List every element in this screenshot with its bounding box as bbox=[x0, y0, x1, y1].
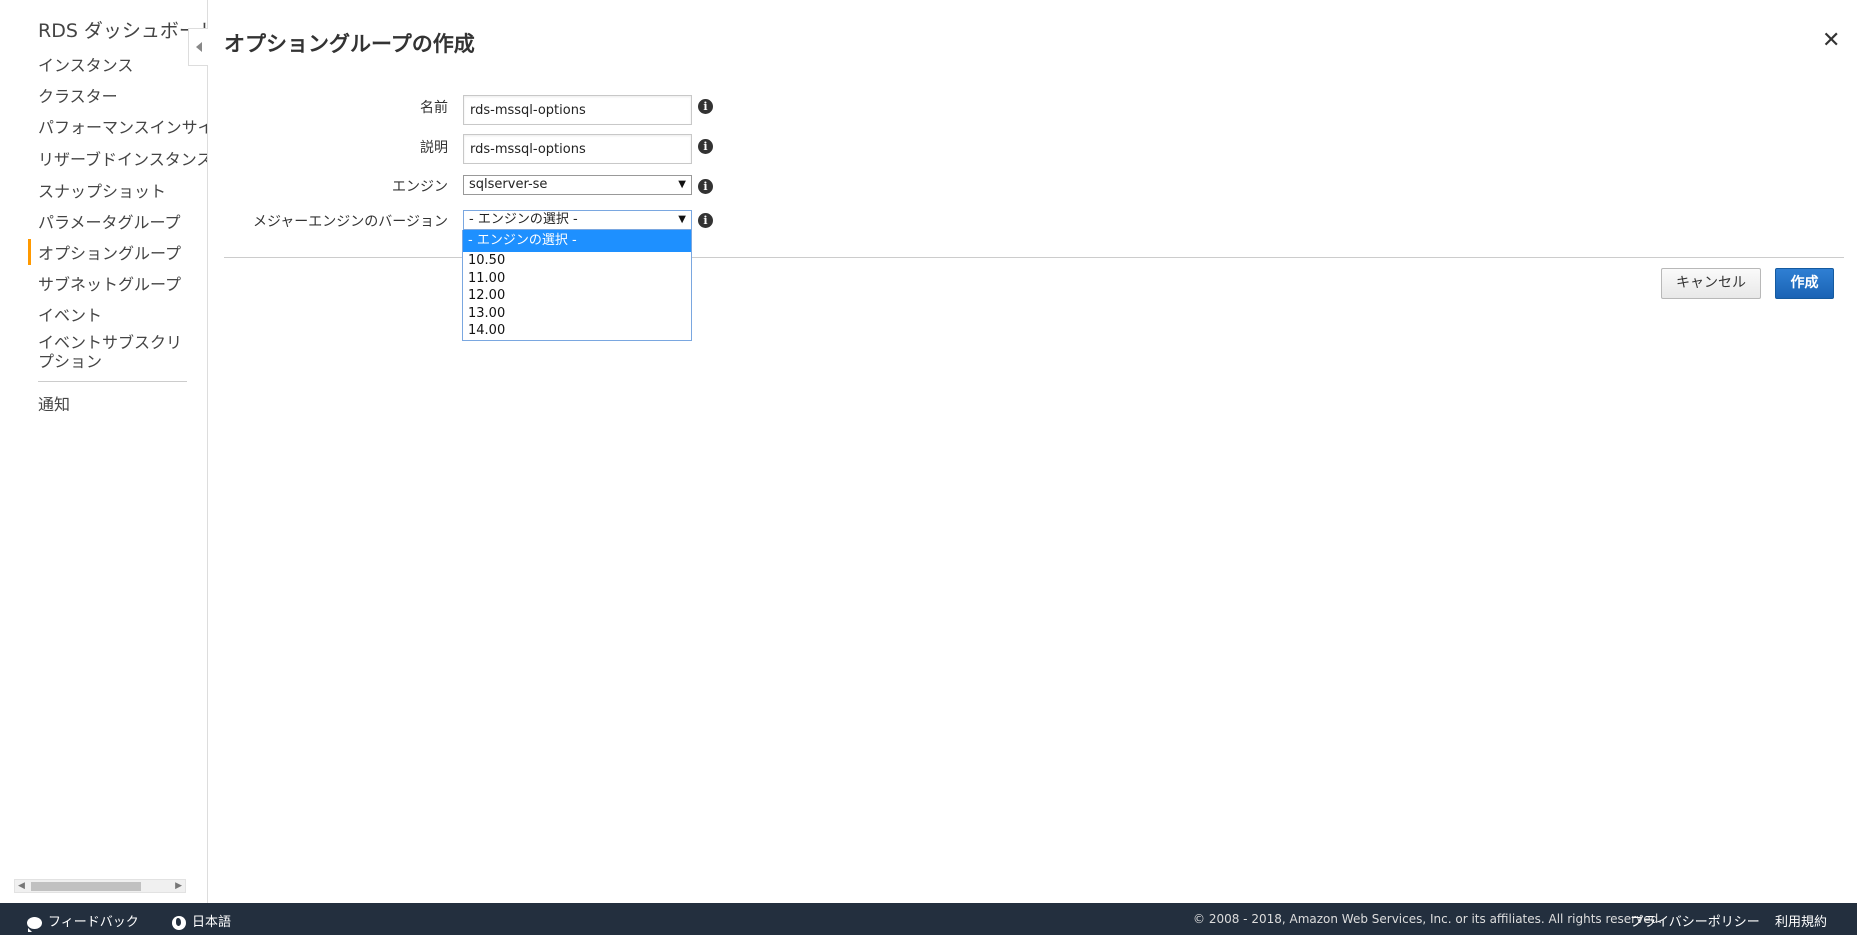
sidebar: RDS ダッシュボード インスタンス クラスター パフォーマンスインサイト リザ… bbox=[0, 0, 208, 903]
engine-label: エンジン bbox=[392, 179, 448, 195]
sidebar-divider bbox=[38, 381, 187, 382]
info-icon[interactable]: i bbox=[698, 139, 713, 154]
privacy-policy-link[interactable]: プライバシーポリシー bbox=[1630, 911, 1760, 930]
sidebar-item-clusters[interactable]: クラスター bbox=[38, 83, 118, 107]
cancel-button[interactable]: キャンセル bbox=[1661, 268, 1761, 299]
description-label: 説明 bbox=[420, 140, 448, 156]
feedback-label: フィードバック bbox=[48, 915, 139, 930]
sidebar-item-subnet-groups[interactable]: サブネットグループ bbox=[38, 271, 181, 295]
sidebar-item-option-groups[interactable]: オプショングループ bbox=[38, 240, 181, 264]
collapse-left-icon bbox=[195, 42, 202, 52]
scrollbar-thumb[interactable] bbox=[31, 882, 141, 891]
engine-select[interactable]: sqlserver-se ▼ bbox=[463, 175, 692, 195]
name-input[interactable] bbox=[463, 95, 692, 125]
major-version-select[interactable]: - エンジンの選択 - ▼ bbox=[463, 210, 692, 230]
dropdown-option[interactable]: 10.50 bbox=[463, 252, 691, 270]
dropdown-arrow-icon: ▼ bbox=[678, 179, 686, 190]
page-title: オプショングループの作成 bbox=[224, 32, 475, 56]
sidebar-item-snapshots[interactable]: スナップショット bbox=[38, 178, 166, 202]
dropdown-option[interactable]: 11.00 bbox=[463, 270, 691, 288]
language-label: 日本語 bbox=[192, 915, 232, 930]
name-label: 名前 bbox=[420, 100, 448, 116]
sidebar-item-reserved-instances[interactable]: リザーブドインスタンス bbox=[38, 146, 207, 170]
dropdown-option[interactable]: - エンジンの選択 - bbox=[463, 230, 691, 252]
dropdown-arrow-icon: ▼ bbox=[678, 214, 686, 225]
scroll-left-icon[interactable]: ◀ bbox=[18, 880, 25, 892]
dropdown-option[interactable]: 13.00 bbox=[463, 305, 691, 323]
feedback-link[interactable]: フィードバック bbox=[27, 911, 139, 932]
info-icon[interactable]: i bbox=[698, 213, 713, 228]
sidebar-item-notifications[interactable]: 通知 bbox=[38, 391, 70, 415]
terms-of-use-link[interactable]: 利用規約 bbox=[1775, 911, 1827, 930]
major-version-dropdown-list: - エンジンの選択 - 10.50 11.00 12.00 13.00 14.0… bbox=[462, 230, 692, 341]
active-item-indicator bbox=[28, 239, 31, 265]
footer: フィードバック 日本語 © 2008 - 2018, Amazon Web Se… bbox=[0, 903, 1857, 935]
scroll-right-icon[interactable]: ▶ bbox=[175, 880, 182, 892]
sidebar-title[interactable]: RDS ダッシュボード bbox=[38, 16, 207, 43]
description-input[interactable] bbox=[463, 134, 692, 164]
globe-icon bbox=[172, 915, 186, 930]
dropdown-option[interactable]: 14.00 bbox=[463, 322, 691, 340]
feedback-bubble-icon bbox=[27, 916, 42, 932]
sidebar-item-parameter-groups[interactable]: パラメータグループ bbox=[38, 209, 181, 233]
engine-select-value: sqlserver-se bbox=[469, 177, 548, 192]
sidebar-item-performance-insights[interactable]: パフォーマンスインサイト bbox=[38, 114, 207, 138]
major-version-select-value: - エンジンの選択 - bbox=[469, 212, 578, 227]
sidebar-item-instances[interactable]: インスタンス bbox=[38, 52, 133, 76]
sidebar-horizontal-scrollbar[interactable]: ◀ ▶ bbox=[14, 879, 186, 893]
create-button[interactable]: 作成 bbox=[1775, 268, 1834, 299]
sidebar-item-events[interactable]: イベント bbox=[38, 302, 102, 326]
copyright-text: © 2008 - 2018, Amazon Web Services, Inc.… bbox=[1193, 912, 1663, 926]
sidebar-collapse-button[interactable] bbox=[188, 28, 208, 66]
major-version-label: メジャーエンジンのバージョン bbox=[252, 214, 448, 230]
info-icon[interactable]: i bbox=[698, 99, 713, 114]
language-selector[interactable]: 日本語 bbox=[172, 911, 231, 930]
info-icon[interactable]: i bbox=[698, 179, 713, 194]
app-window: RDS ダッシュボード インスタンス クラスター パフォーマンスインサイト リザ… bbox=[0, 0, 1857, 935]
dropdown-option[interactable]: 12.00 bbox=[463, 287, 691, 305]
close-icon[interactable]: ✕ bbox=[1822, 30, 1840, 52]
sidebar-item-event-subscriptions[interactable]: イベントサブスクリプション bbox=[38, 333, 190, 371]
